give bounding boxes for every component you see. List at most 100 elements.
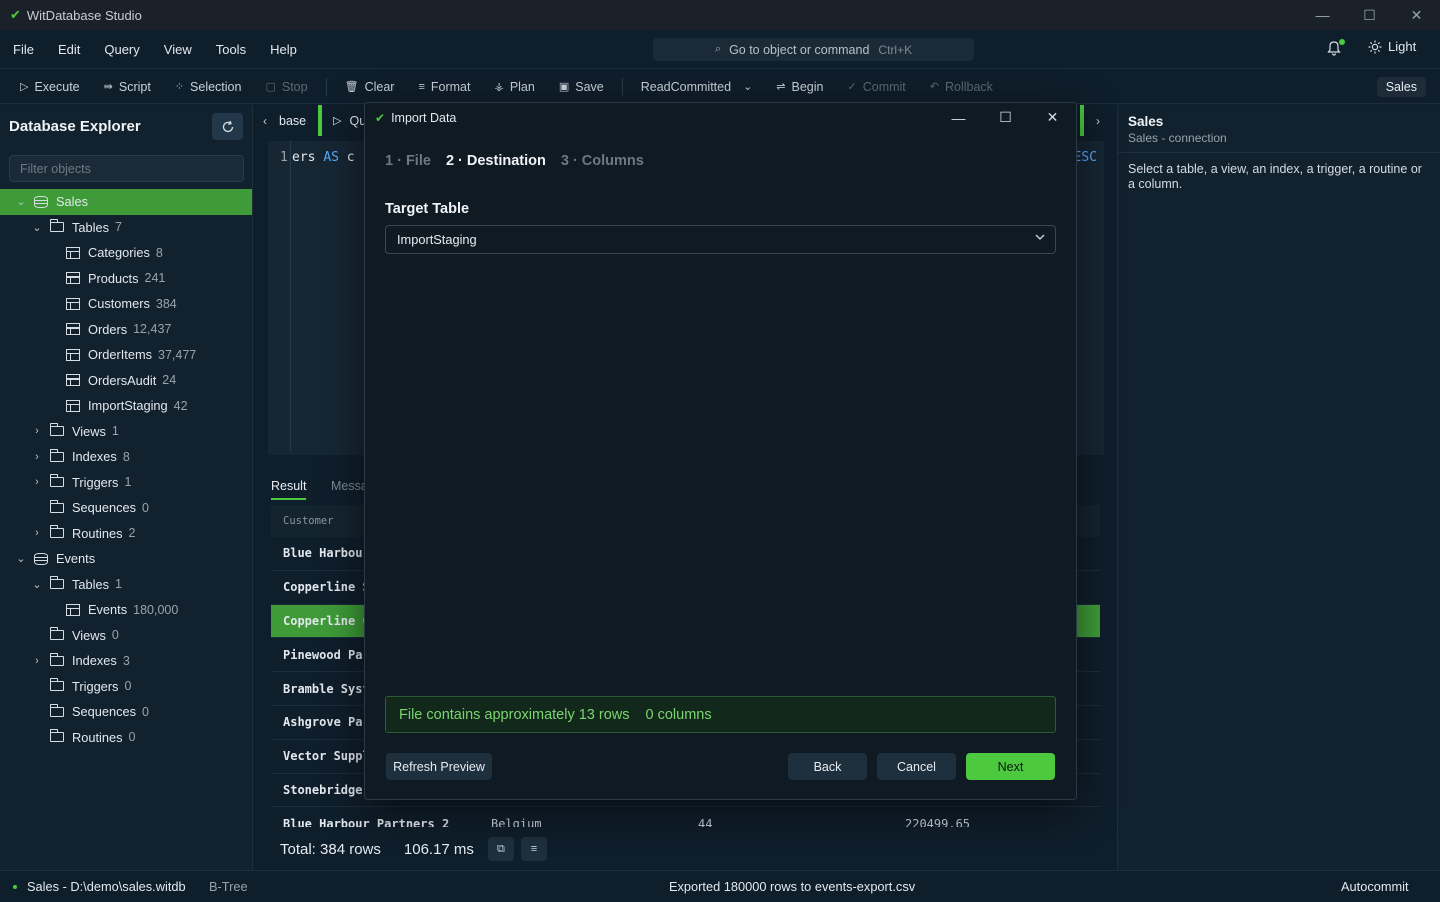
chevron-right-icon[interactable]: › — [30, 655, 44, 667]
tree-item[interactable]: Sequences 0 — [0, 495, 252, 521]
refresh-button[interactable] — [212, 113, 243, 140]
tree-item[interactable]: Views 0 — [0, 623, 252, 649]
tree-item[interactable]: ⌄ Tables 7 — [0, 215, 252, 241]
tree-item[interactable]: Orders 12,437 — [0, 317, 252, 343]
dialog-close-button[interactable]: ✕ — [1029, 103, 1076, 132]
step-columns[interactable]: 3 · Columns — [561, 153, 644, 169]
status-connection: Sales - D:\demo\sales.witdb — [27, 879, 186, 894]
tree-item[interactable]: Customers 384 — [0, 291, 252, 317]
menu-view[interactable]: View — [152, 42, 204, 57]
target-table-select[interactable]: ImportStaging — [385, 225, 1056, 254]
menu-file[interactable]: File — [1, 42, 46, 57]
total-rows: Total: 384 rows — [280, 840, 381, 858]
clear-button[interactable]: 🗑︎ Clear — [333, 70, 407, 104]
command-search-box[interactable]: ⌕ Go to object or command Ctrl+K — [653, 38, 974, 61]
stop-button[interactable]: ▢ Stop — [253, 70, 319, 104]
chevron-down-icon[interactable]: ⌄ — [14, 552, 28, 565]
cell-orders: 44 — [698, 816, 713, 827]
chevron-down-icon[interactable]: ⌄ — [30, 578, 44, 591]
tree-item[interactable]: › Routines 2 — [0, 521, 252, 547]
tree-item[interactable]: ⌄ Tables 1 — [0, 572, 252, 598]
begin-label: Begin — [791, 79, 824, 94]
tree-item[interactable]: › Indexes 8 — [0, 444, 252, 470]
theme-toggle-button[interactable]: Light — [1368, 39, 1416, 54]
next-button[interactable]: Next — [966, 753, 1055, 780]
folder-icon — [50, 576, 64, 590]
begin-button[interactable]: ⇌ Begin — [764, 70, 835, 104]
commit-button[interactable]: ✓ Commit — [836, 70, 918, 104]
selection-label: Selection — [190, 79, 242, 94]
dialog-minimize-button[interactable]: — — [935, 103, 982, 132]
chevron-down-icon[interactable]: ⌄ — [14, 195, 28, 208]
plan-button[interactable]: ⚶ Plan — [482, 70, 546, 104]
tree-item-count: 42 — [173, 398, 188, 413]
command-search-shortcut: Ctrl+K — [878, 42, 913, 57]
tree-item[interactable]: Routines 0 — [0, 725, 252, 751]
selection-button[interactable]: ⁘ Selection — [163, 70, 254, 104]
chevron-down-icon[interactable]: ⌄ — [30, 221, 44, 234]
tree-item[interactable]: OrdersAudit 24 — [0, 368, 252, 394]
refresh-preview-button[interactable]: Refresh Preview — [386, 753, 492, 780]
tree-item[interactable]: Sequences 0 — [0, 699, 252, 725]
tree-item[interactable]: Triggers 0 — [0, 674, 252, 700]
chevron-right-icon[interactable]: › — [30, 527, 44, 539]
connection-status-dot — [13, 885, 17, 889]
notifications-button[interactable] — [1326, 39, 1345, 58]
tree-item-count: 384 — [155, 296, 177, 311]
chevron-right-icon[interactable]: › — [30, 476, 44, 488]
format-button[interactable]: ≡ Format — [406, 70, 482, 104]
maximize-icon[interactable]: ☐ — [1346, 0, 1393, 30]
tree-item-label: Products — [88, 270, 139, 286]
tab-messages[interactable]: Messa — [331, 479, 368, 493]
copy-button[interactable]: ⧉ — [487, 837, 514, 861]
back-button[interactable]: Back — [788, 753, 867, 780]
isolation-level-select[interactable]: ReadCommitted ⌄ — [629, 70, 765, 104]
copy-icon: ⧉ — [497, 842, 505, 855]
tree-item-count: 2 — [128, 526, 136, 541]
tree-item-count: 24 — [162, 373, 177, 388]
table-row[interactable]: Blue Harbour Partners 2 Belgium 44 22049… — [271, 807, 1100, 827]
filter-objects-input[interactable] — [9, 155, 244, 182]
result-footer: Total: 384 rows 106.17 ms ⧉ ≡ — [271, 830, 1100, 868]
tree-item-label: Indexes — [72, 653, 117, 669]
cell-customer: Copperline Sy — [283, 580, 377, 595]
script-button[interactable]: ⇛ Script — [92, 70, 163, 104]
folder-icon — [50, 499, 64, 513]
tree-item[interactable]: OrderItems 37,477 — [0, 342, 252, 368]
tab-query[interactable]: ▷ Qu — [333, 105, 366, 136]
connection-badge[interactable]: Sales — [1376, 77, 1426, 97]
rollback-button[interactable]: ↶ Rollback — [918, 70, 1005, 104]
tab-result[interactable]: Result — [271, 479, 307, 500]
tab-scroll-left[interactable]: ‹ — [263, 105, 267, 136]
execute-button[interactable]: ▷ Execute — [8, 70, 92, 104]
minimize-icon[interactable]: — — [1299, 0, 1346, 30]
save-button[interactable]: ▣ Save — [547, 70, 616, 104]
chevron-right-icon[interactable]: › — [30, 425, 44, 437]
elapsed-time: 106.17 ms — [403, 840, 474, 858]
tab-scroll-right[interactable]: › — [1096, 105, 1100, 136]
menu-edit[interactable]: Edit — [46, 42, 92, 57]
step-file[interactable]: 1 · File — [385, 153, 431, 169]
tree-item-label: Triggers — [72, 474, 119, 490]
tree-item[interactable]: › Indexes 3 — [0, 648, 252, 674]
chevron-right-icon[interactable]: › — [30, 451, 44, 463]
tree-item[interactable]: Events 180,000 — [0, 597, 252, 623]
menu-help[interactable]: Help — [258, 42, 309, 57]
close-icon[interactable]: ✕ — [1393, 0, 1440, 30]
dialog-maximize-button[interactable]: ☐ — [982, 103, 1029, 132]
tree-item[interactable]: ⌄ Events — [0, 546, 252, 572]
tree-item[interactable]: ImportStaging 42 — [0, 393, 252, 419]
tab-database[interactable]: base — [279, 105, 306, 136]
cancel-button[interactable]: Cancel — [877, 753, 956, 780]
wrap-button[interactable]: ≡ — [520, 837, 547, 861]
menu-tools[interactable]: Tools — [204, 42, 258, 57]
tree-item[interactable]: ⌄ Sales — [0, 189, 252, 215]
tree-item[interactable]: Products 241 — [0, 266, 252, 292]
tree-item[interactable]: › Views 1 — [0, 419, 252, 445]
step-destination[interactable]: 2 · Destination — [446, 153, 546, 169]
menu-query[interactable]: Query — [92, 42, 151, 57]
dialog-title: Import Data — [391, 110, 457, 125]
tree-item[interactable]: Categories 8 — [0, 240, 252, 266]
check-icon: ✓ — [847, 81, 857, 93]
tree-item[interactable]: › Triggers 1 — [0, 470, 252, 496]
